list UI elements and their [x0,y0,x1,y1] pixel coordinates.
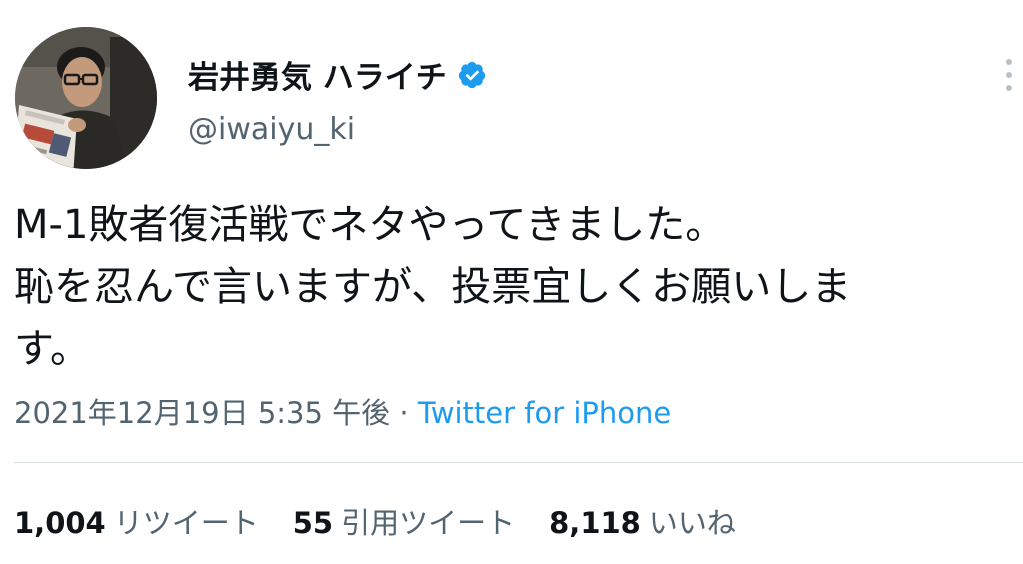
quotes-label: 引用ツイート [341,506,516,540]
likes-count: 8,118 [549,506,641,540]
tweet-meta: 2021年12月19日 5:35 午後 · Twitter for iPhone [14,390,671,432]
tweet-text: M-1敗者復活戦でネタやってきました。 恥を忍んで言いますが、投票宜しくお願いし… [14,194,1014,380]
tweet-text-line: 恥を忍んで言いますが、投票宜しくお願いしま [14,264,852,310]
tweet-text-line: M-1敗者復活戦でネタやってきました。 [14,202,726,248]
retweets-count: 1,004 [14,506,106,540]
verified-badge-icon [458,61,485,88]
quotes-stat[interactable]: 55 引用ツイート [293,500,515,542]
tweet-text-line: す。 [14,326,90,372]
avatar[interactable] [15,27,157,169]
more-vertical-icon [1006,59,1012,91]
tweet-stats: 1,004 リツイート 55 引用ツイート 8,118 いいね [14,500,736,542]
tweet-source-link[interactable]: Twitter for iPhone [418,396,671,430]
divider [14,462,1023,463]
likes-label: いいね [648,506,736,540]
author-handle[interactable]: @iwaiyu_ki [188,112,355,147]
meta-separator: · [399,396,409,430]
author-display-name[interactable]: 岩井勇気 ハライチ [188,52,447,97]
quotes-count: 55 [292,506,334,540]
likes-stat[interactable]: 8,118 いいね [549,500,736,542]
author-name-row[interactable]: 岩井勇気 ハライチ [188,52,487,97]
retweets-label: リツイート [113,506,259,540]
more-button[interactable] [997,55,1021,95]
retweets-stat[interactable]: 1,004 リツイート [14,500,259,542]
avatar-photo [15,27,157,169]
tweet-timestamp[interactable]: 2021年12月19日 5:35 午後 [14,396,390,430]
